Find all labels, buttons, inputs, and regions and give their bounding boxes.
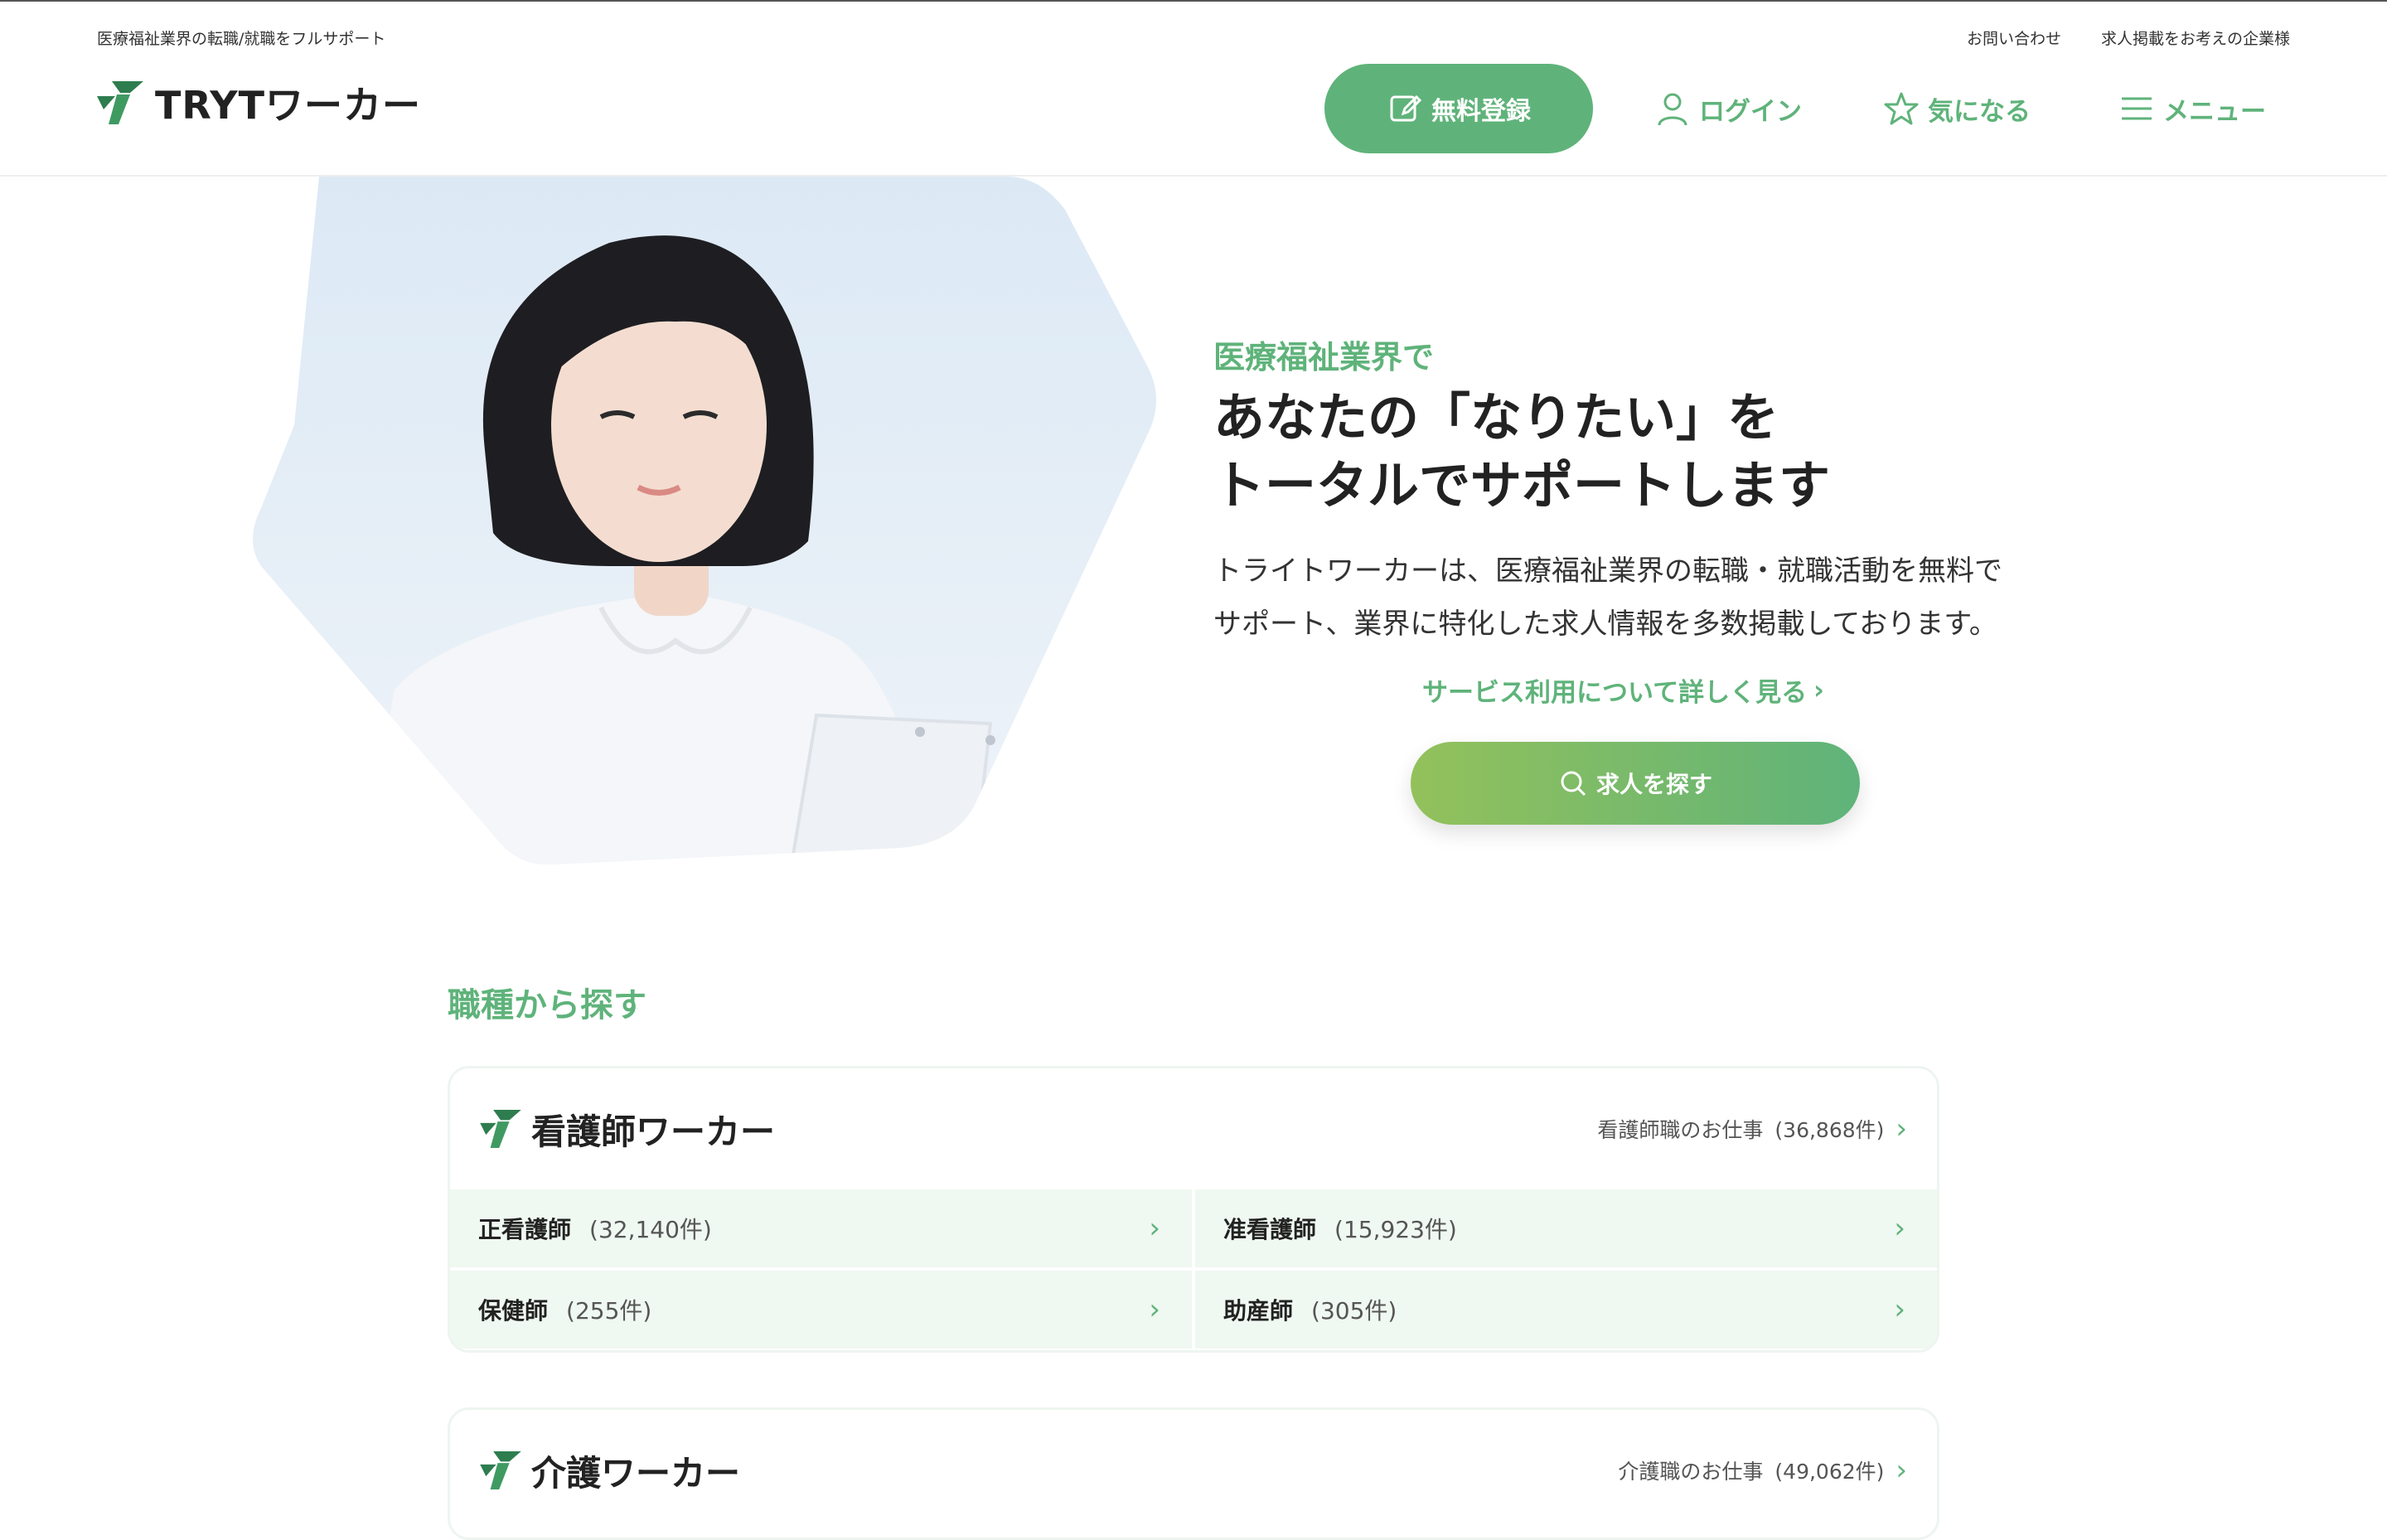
service-details-link[interactable]: サービス利用について詳しく見る › <box>1422 671 1824 709</box>
site-header: 医療福祉業界の転職/就職をフルサポート お問い合わせ 求人掲載をお考えの企業様 … <box>0 2 2387 177</box>
hero-image <box>245 177 1164 865</box>
search-jobs-label: 求人を探す <box>1595 771 1712 798</box>
nurse-job-grid: 正看護師 (32,140件) › 准看護師 (15,923件) › 保健師 (2… <box>450 1189 1937 1349</box>
nurse-jobs-link[interactable]: 看護師職のお仕事 (36,868件) › <box>1597 1068 1907 1189</box>
nurse-count: (36,868件) <box>1775 1118 1885 1142</box>
care-card-header: 介護ワーカー 介護職のお仕事 (49,062件) › <box>450 1410 1937 1531</box>
care-count: (49,062件) <box>1775 1460 1885 1484</box>
chevron-right-icon: › <box>1896 1454 1907 1487</box>
job-item-assistant-nurse[interactable]: 准看護師 (15,923件) › <box>1195 1189 1937 1267</box>
hamburger-menu-icon <box>2122 97 2152 120</box>
chevron-right-icon: › <box>1894 1212 1905 1245</box>
menu-label: メニュー <box>2163 96 2266 127</box>
job-section-title: 職種から探す <box>448 986 646 1024</box>
hero-title: あなたの「なりたい」を トータルでサポートします <box>1213 384 2125 520</box>
job-item-count: (305件) <box>1311 1297 1397 1324</box>
chevron-right-icon: › <box>1896 1112 1907 1145</box>
login-label: ログイン <box>1699 96 1802 127</box>
care-count-label: 介護職のお仕事 <box>1618 1460 1764 1484</box>
care-worker-card: 介護ワーカー 介護職のお仕事 (49,062件) › <box>448 1407 1939 1540</box>
hero-title-line2: トータルでサポートします <box>1213 455 1831 516</box>
chevron-right-icon: › <box>1813 675 1824 705</box>
menu-button[interactable]: メニュー <box>2118 64 2266 153</box>
hero-text: 医療福祉業界で あなたの「なりたい」を トータルでサポートします トライトワーカ… <box>1213 332 2125 651</box>
job-item-count: (32,140件) <box>589 1216 712 1243</box>
job-item-count: (255件) <box>566 1297 652 1324</box>
chevron-right-icon: › <box>1894 1293 1905 1326</box>
hero-desc-line1: トライトワーカーは、医療福祉業界の転職・就職活動を無料で <box>1213 554 2002 588</box>
nurse-worker-card: 看護師ワーカー 看護師職のお仕事 (36,868件) › 正看護師 (32,14… <box>448 1066 1939 1353</box>
favorite-label: 気になる <box>1928 96 2031 127</box>
contact-link[interactable]: お問い合わせ <box>1967 27 2061 49</box>
hero-kicker: 医療福祉業界で <box>1213 339 1435 375</box>
favorite-button[interactable]: 気になる <box>1883 64 2031 153</box>
nurse-card-header: 看護師ワーカー 看護師職のお仕事 (36,868件) › <box>450 1068 1937 1189</box>
edit-icon <box>1390 94 1422 122</box>
employer-link[interactable]: 求人掲載をお考えの企業様 <box>2101 27 2290 49</box>
job-item-name: 准看護師 <box>1223 1216 1317 1243</box>
job-item-public-health-nurse[interactable]: 保健師 (255件) › <box>450 1271 1192 1349</box>
register-button[interactable]: 無料登録 <box>1324 64 1593 153</box>
star-icon <box>1884 92 1919 125</box>
search-icon <box>1561 771 1586 797</box>
job-item-count: (15,923件) <box>1334 1216 1457 1243</box>
user-icon <box>1658 93 1687 126</box>
hero-desc-line2: サポート、業界に特化した求人情報を多数掲載しております。 <box>1213 608 1997 641</box>
job-item-name: 正看護師 <box>478 1216 572 1243</box>
care-card-title: 介護ワーカー <box>531 1452 741 1494</box>
job-item-name: 保健師 <box>478 1297 549 1324</box>
nurse-card-title: 看護師ワーカー <box>531 1111 776 1152</box>
chevron-right-icon: › <box>1149 1212 1160 1245</box>
hero-title-line1: あなたの「なりたい」を <box>1213 387 1779 448</box>
service-details-label: サービス利用について詳しく見る <box>1422 678 1808 708</box>
nurse-count-label: 看護師職のお仕事 <box>1597 1118 1764 1142</box>
job-item-registered-nurse[interactable]: 正看護師 (32,140件) › <box>450 1189 1192 1267</box>
job-item-midwife[interactable]: 助産師 (305件) › <box>1195 1271 1937 1349</box>
header-tagline: 医療福祉業界の転職/就職をフルサポート <box>97 30 386 48</box>
search-jobs-button[interactable]: 求人を探す <box>1411 742 1860 825</box>
care-jobs-link[interactable]: 介護職のお仕事 (49,062件) › <box>1618 1410 1907 1531</box>
login-button[interactable]: ログイン <box>1654 64 1802 153</box>
logo-mark-icon <box>480 1451 521 1489</box>
logo-mark-icon <box>480 1110 521 1148</box>
utility-links: お問い合わせ 求人掲載をお考えの企業様 <box>1967 27 2290 49</box>
chevron-right-icon: › <box>1149 1293 1160 1326</box>
job-item-name: 助産師 <box>1223 1297 1294 1324</box>
main-nav: 無料登録 ログイン 気になる メニュー <box>0 64 2387 153</box>
register-label: 無料登録 <box>1431 97 1531 126</box>
hero-description: トライトワーカーは、医療福祉業界の転職・就職活動を無料で サポート、業界に特化し… <box>1213 545 2092 651</box>
nurse-photo-illustration <box>253 177 1156 865</box>
